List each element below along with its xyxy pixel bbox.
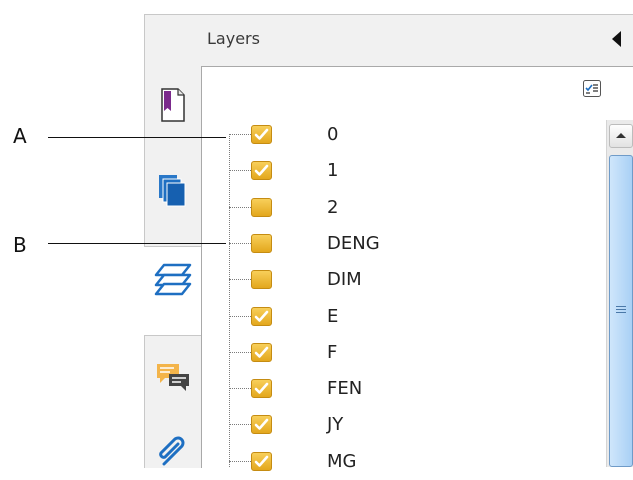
check-icon xyxy=(254,128,269,140)
tree-branch-line xyxy=(229,460,251,462)
layer-name: 2 xyxy=(327,196,339,218)
layer-name: JY xyxy=(327,414,344,436)
layer-visibility-checkbox[interactable] xyxy=(251,306,272,326)
check-icon xyxy=(254,455,269,467)
layer-name: MG xyxy=(327,450,357,472)
layer-row[interactable]: FEN xyxy=(229,371,569,405)
check-icon xyxy=(254,382,269,394)
layer-name: F xyxy=(327,341,338,363)
layer-visibility-checkbox[interactable] xyxy=(251,161,272,181)
collapse-arrow-icon[interactable] xyxy=(612,31,621,47)
tree-branch-line xyxy=(229,242,251,244)
layer-row[interactable]: JY xyxy=(229,407,569,441)
navigation-strip xyxy=(144,66,202,467)
check-icon xyxy=(254,310,269,322)
layer-visibility-checkbox[interactable] xyxy=(251,415,272,435)
layer-visibility-checkbox[interactable] xyxy=(251,342,272,362)
layer-name: FEN xyxy=(327,378,363,400)
layer-row[interactable]: DIM xyxy=(229,262,569,296)
scroll-grip-icon xyxy=(616,306,626,315)
panel-title: Layers xyxy=(207,29,260,48)
check-icon xyxy=(254,419,269,431)
tree-branch-line xyxy=(229,388,251,390)
layer-name: E xyxy=(327,305,339,327)
layer-visibility-checkbox[interactable] xyxy=(251,379,272,399)
layers-icon[interactable] xyxy=(144,251,202,309)
check-icon xyxy=(254,164,269,177)
layer-visibility-checkbox[interactable] xyxy=(251,125,272,144)
callout-label-a: A xyxy=(13,124,27,148)
tree-branch-line xyxy=(229,315,251,317)
comments-icon[interactable] xyxy=(144,349,202,407)
layer-visibility-checkbox[interactable] xyxy=(251,197,272,217)
callout-line-b xyxy=(48,243,226,244)
pages-icon[interactable] xyxy=(144,162,202,220)
check-icon xyxy=(254,346,269,358)
attachments-icon[interactable] xyxy=(144,422,202,480)
layer-row[interactable]: 1 xyxy=(229,153,569,187)
tree-branch-line xyxy=(229,170,251,172)
layer-name: DENG xyxy=(327,232,380,254)
bookmarks-icon[interactable] xyxy=(144,76,202,134)
layer-name: 1 xyxy=(327,160,339,182)
layer-row[interactable]: 2 xyxy=(229,190,569,224)
tree-branch-line xyxy=(229,424,251,426)
scroll-up-button[interactable] xyxy=(609,124,633,148)
tree-branch-line xyxy=(229,134,251,135)
layer-row[interactable]: DENG xyxy=(229,226,569,260)
layer-visibility-checkbox[interactable] xyxy=(251,233,272,253)
layer-name: 0 xyxy=(327,124,339,145)
tree-branch-line xyxy=(229,279,251,281)
layer-options-icon[interactable] xyxy=(583,80,601,97)
layer-visibility-checkbox[interactable] xyxy=(251,451,272,471)
callout-label-b: B xyxy=(13,233,27,257)
tree-branch-line xyxy=(229,206,251,208)
tree-branch-line xyxy=(229,351,251,353)
layer-name: DIM xyxy=(327,269,362,291)
callout-line-a xyxy=(48,137,226,138)
layer-row[interactable]: F xyxy=(229,335,569,369)
layer-row[interactable]: E xyxy=(229,299,569,333)
layer-row[interactable]: 0 xyxy=(229,117,569,151)
layer-row[interactable]: MG xyxy=(229,444,569,478)
layer-visibility-checkbox[interactable] xyxy=(251,270,272,290)
